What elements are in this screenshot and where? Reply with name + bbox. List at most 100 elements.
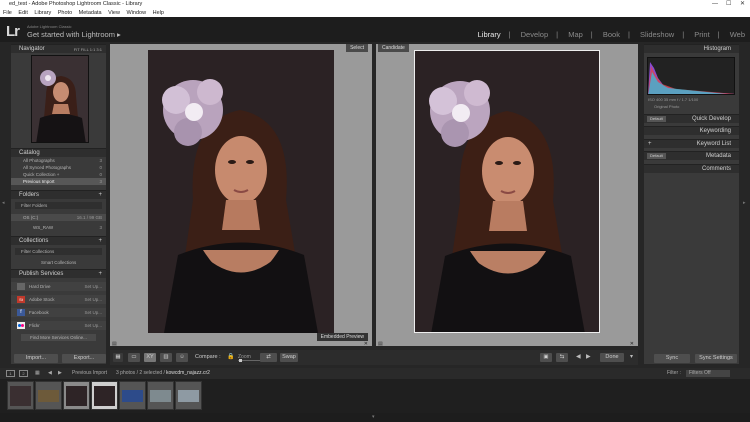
drive-row[interactable]: OS (C:) 16.1 / 99 GB (11, 214, 106, 221)
menu-window[interactable]: Window (127, 10, 147, 16)
page-2-button[interactable]: 2 (19, 370, 28, 377)
maximize-icon[interactable]: ☐ (726, 0, 731, 9)
menu-help[interactable]: Help (153, 10, 164, 16)
candidate-pane[interactable]: Candidate ▤ ✕ (376, 44, 638, 347)
back-icon[interactable]: ◀ (48, 368, 52, 379)
filter-select[interactable]: Filters Off (686, 370, 730, 377)
select-pane-menu-icon[interactable]: ▤ (112, 341, 117, 347)
service-setup[interactable]: Set Up... (84, 308, 102, 317)
filmstrip-thumb[interactable] (35, 381, 62, 410)
metadata-header[interactable]: Default Metadata (644, 151, 739, 160)
metadata-preset[interactable]: Default (647, 153, 666, 159)
module-print[interactable]: Print (694, 30, 709, 39)
menu-edit[interactable]: Edit (18, 10, 27, 16)
service-row[interactable]: Flickr Set Up... (11, 321, 106, 330)
export-button[interactable]: Export... (62, 354, 106, 363)
survey-view-icon[interactable]: ▥ (160, 353, 172, 362)
quick-develop-preset[interactable]: Default (647, 116, 666, 122)
candidate-pane-close-icon[interactable]: ✕ (630, 341, 634, 347)
right-panel-toggle-icon[interactable]: ▸ (743, 200, 746, 206)
service-row[interactable]: Hard Drive Set Up... (11, 282, 106, 291)
catalog-item[interactable]: All Synced Photographs 0 (11, 164, 106, 171)
navigator-preview[interactable] (31, 55, 89, 143)
swap-button[interactable]: Swap (280, 353, 298, 362)
filter-folders-input[interactable]: Filter Folders (15, 202, 102, 209)
xy-swap-icon[interactable]: ⇄ (260, 353, 277, 362)
grid-view-icon[interactable]: ▦ (113, 353, 123, 362)
compare-view-icon[interactable]: XY (144, 353, 156, 362)
module-book[interactable]: Book (603, 30, 620, 39)
catalog-item-selected[interactable]: Previous Import 3 (11, 178, 106, 185)
menu-file[interactable]: File (3, 10, 12, 16)
keyword-list-header[interactable]: + Keyword List (644, 139, 739, 148)
filmstrip-toggle-icon[interactable]: ▾ (372, 414, 375, 420)
add-collection-icon[interactable]: + (98, 237, 102, 246)
module-web[interactable]: Web (730, 30, 745, 39)
module-map[interactable]: Map (568, 30, 583, 39)
sync-button[interactable]: Sync (654, 354, 690, 363)
filter-collections-input[interactable]: Filter Collections (15, 248, 102, 255)
forward-icon[interactable]: ▶ (58, 368, 62, 379)
select-pane-close-icon[interactable]: ✕ (364, 341, 368, 347)
catalog-item[interactable]: All Photographs 3 (11, 157, 106, 164)
module-slideshow[interactable]: Slideshow (640, 30, 674, 39)
catalog-header[interactable]: Catalog (11, 148, 106, 157)
add-keyword-icon[interactable]: + (648, 140, 652, 149)
filmstrip-thumb-selected[interactable] (63, 381, 90, 410)
filmstrip-thumb[interactable] (7, 381, 34, 410)
get-started-link[interactable]: Get started with Lightroom ▸ (27, 30, 121, 39)
comments-header[interactable]: Comments (644, 164, 739, 173)
page-1-button[interactable]: 1 (6, 370, 15, 377)
quick-develop-header[interactable]: Default Quick Develop (644, 114, 739, 123)
make-select-icon[interactable]: ▣ (540, 353, 552, 362)
module-develop[interactable]: Develop (521, 30, 549, 39)
module-library[interactable]: Library (478, 30, 501, 39)
zoom-slider-thumb[interactable] (239, 359, 242, 362)
next-photo-icon[interactable]: ▶ (586, 353, 591, 360)
service-setup[interactable]: Set Up... (84, 295, 102, 304)
previous-photo-icon[interactable]: ◀ (576, 353, 581, 360)
collections-header[interactable]: Collections + (11, 236, 106, 245)
find-more-services-button[interactable]: Find More Services Online... (21, 334, 96, 341)
people-view-icon[interactable]: ☺ (176, 353, 188, 362)
filmstrip-file[interactable]: kowcdm_najazz.cr2 (166, 368, 210, 379)
menu-view[interactable]: View (108, 10, 120, 16)
histogram-header[interactable]: Histogram (644, 44, 739, 53)
folder-row[interactable]: WS_RAW 3 (11, 224, 106, 231)
service-row[interactable]: Adobe Stock Set Up... (11, 295, 106, 304)
toolbar-menu-chevron-icon[interactable]: ▾ (630, 353, 633, 360)
swap-select-icon[interactable]: ⇆ (556, 353, 568, 362)
menu-library[interactable]: Library (34, 10, 51, 16)
navigator-zoom-options[interactable]: FIT FILL 1:1 3:1 (74, 45, 102, 54)
service-setup[interactable]: Set Up... (84, 282, 102, 291)
grid-icon[interactable]: ▦ (35, 368, 40, 379)
candidate-pane-menu-icon[interactable]: ▤ (378, 341, 383, 347)
service-row[interactable]: Facebook Set Up... (11, 308, 106, 317)
import-button[interactable]: Import... (14, 354, 58, 363)
add-folder-icon[interactable]: + (98, 191, 102, 200)
left-panel-toggle-icon[interactable]: ◂ (2, 200, 5, 206)
loupe-view-icon[interactable]: ▭ (128, 353, 140, 362)
close-icon[interactable]: ✕ (740, 0, 745, 9)
menu-photo[interactable]: Photo (58, 10, 72, 16)
folders-header[interactable]: Folders + (11, 190, 106, 199)
done-button[interactable]: Done (600, 353, 624, 362)
smart-collections-row[interactable]: Smart Collections (11, 259, 106, 266)
publish-services-header[interactable]: Publish Services + (11, 269, 106, 278)
lock-icon[interactable]: 🔒 (227, 353, 234, 360)
filmstrip-source[interactable]: Previous Import (72, 368, 107, 379)
minimize-icon[interactable]: — (712, 0, 718, 9)
keywording-header[interactable]: Keywording (644, 126, 739, 135)
filmstrip-thumb[interactable] (175, 381, 202, 410)
filmstrip-thumb[interactable] (119, 381, 146, 410)
original-photo-checkbox[interactable]: Original Photo (644, 103, 739, 110)
catalog-item[interactable]: Quick Collection + 0 (11, 171, 106, 178)
sync-settings-button[interactable]: Sync Settings (695, 354, 737, 363)
add-service-icon[interactable]: + (98, 270, 102, 279)
filmstrip-thumb[interactable] (147, 381, 174, 410)
menu-metadata[interactable]: Metadata (79, 10, 102, 16)
service-setup[interactable]: Set Up... (84, 321, 102, 330)
filmstrip-thumb-active[interactable] (91, 381, 118, 410)
select-pane[interactable]: Select Embedded Preview ▤ ✕ (110, 44, 372, 347)
navigator-header[interactable]: Navigator FIT FILL 1:1 3:1 (11, 44, 106, 53)
